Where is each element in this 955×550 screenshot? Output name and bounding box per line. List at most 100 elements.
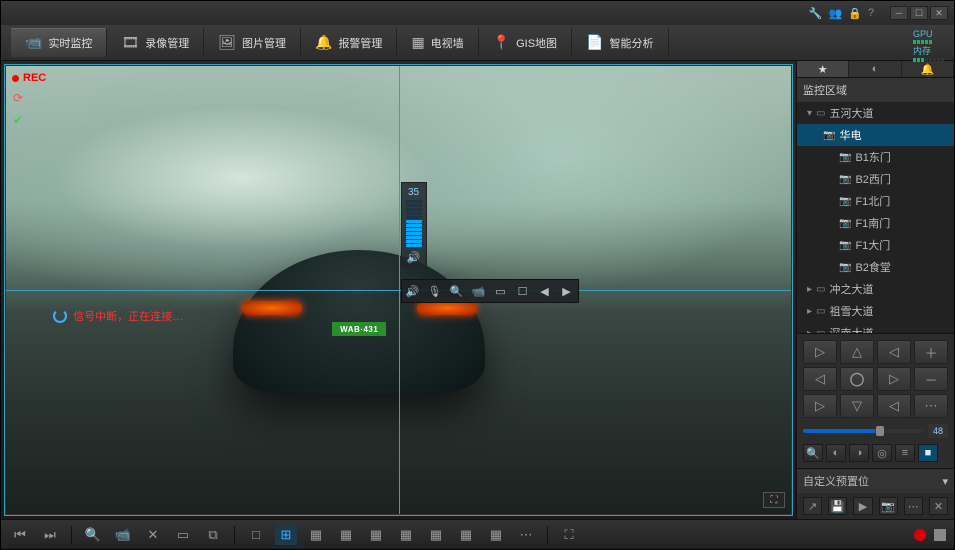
preset-save-icon[interactable]: 💾	[828, 497, 847, 515]
tab-alarm-list[interactable]: 🔔	[902, 61, 954, 77]
tree-label: F1北门	[855, 193, 890, 209]
ok-icon[interactable]: ✔	[10, 112, 26, 128]
layout-16[interactable]: ▦	[425, 525, 447, 545]
device-tree[interactable]: 监控区域 ▾▭五河大道 📷华电 📷B1东门 📷B2西门 📷F1北门 📷F1南门 …	[797, 78, 954, 333]
lock-icon[interactable]: 🔒	[848, 7, 862, 20]
minimize-button[interactable]: ─	[890, 6, 908, 20]
maximize-button[interactable]: ☐	[910, 6, 928, 20]
wrench-icon[interactable]: 🔧	[809, 7, 823, 20]
ptz-center[interactable]: ◯	[840, 367, 874, 391]
tree-node[interactable]: ▸▭深南大道	[797, 322, 954, 333]
window-icon[interactable]: ▭	[493, 283, 509, 299]
layout-8[interactable]: ▦	[335, 525, 357, 545]
tab-tvwall[interactable]: ▦ 电视墙	[397, 28, 478, 57]
tab-images[interactable]: 🖼 图片管理	[204, 28, 301, 57]
ptz-down[interactable]: ▽	[840, 394, 874, 418]
iris-icon[interactable]: ◑	[849, 444, 869, 462]
device-icon: ▭	[816, 284, 825, 295]
ptz-down-right[interactable]: ◁	[877, 394, 911, 418]
volume-widget[interactable]: 35 🔊	[401, 182, 427, 267]
layout-1[interactable]: □	[245, 525, 267, 545]
ptz-right[interactable]: ▷	[877, 367, 911, 391]
tree-node[interactable]: 📷华电	[797, 124, 954, 146]
ptz-speed-row: 48	[803, 424, 948, 438]
close-button[interactable]: ✕	[930, 6, 948, 20]
tree-node[interactable]: ▾▭五河大道	[797, 102, 954, 124]
zoom-in-icon[interactable]: 🔍	[803, 444, 823, 462]
ptz-zoom-out[interactable]: －	[914, 367, 948, 391]
gpu-label: GPU	[913, 29, 933, 39]
layout-20[interactable]: ▦	[455, 525, 477, 545]
ptz-up-right[interactable]: ◁	[877, 340, 911, 364]
fullscreen-icon[interactable]: ⛶	[558, 525, 580, 545]
record-icon[interactable]: 📹	[112, 525, 134, 545]
next-icon[interactable]: ▶	[559, 283, 575, 299]
preset-cam-icon[interactable]: 📷	[879, 497, 898, 515]
tree-node[interactable]: ▸▭祖雪大道	[797, 300, 954, 322]
multi-icon[interactable]: ⧉	[202, 525, 224, 545]
layout-9[interactable]: ▦	[365, 525, 387, 545]
preset-del-icon[interactable]: ✕	[929, 497, 948, 515]
speaker-icon[interactable]: 🔊	[407, 251, 421, 264]
light-icon[interactable]: ◎	[872, 444, 892, 462]
tab-favorites[interactable]: ★	[797, 61, 849, 77]
retry-icon[interactable]: ⟳	[10, 90, 26, 106]
preset-play-icon[interactable]: ▶	[853, 497, 872, 515]
zoom-icon[interactable]: 🔍	[449, 283, 465, 299]
expand-view-button[interactable]: ⛶	[763, 492, 785, 508]
device-icon: ▭	[816, 306, 825, 317]
volume-bars[interactable]	[406, 200, 422, 247]
layout-4[interactable]: ⊞	[275, 525, 297, 545]
ptz-up-left[interactable]: ▷	[803, 340, 837, 364]
snap-icon[interactable]: ▭	[172, 525, 194, 545]
ptz-down-left[interactable]: ▷	[803, 394, 837, 418]
tree-node[interactable]: 📷B1东门	[797, 146, 954, 168]
rec-label: REC	[23, 72, 46, 84]
help-icon[interactable]: ?	[868, 7, 874, 20]
focus-icon[interactable]: ◐	[826, 444, 846, 462]
prev-icon[interactable]: ◀	[537, 283, 553, 299]
chevron-down-icon: ▾	[942, 475, 948, 488]
close-all-icon[interactable]: ✕	[142, 525, 164, 545]
ptz-zoom-in[interactable]: ＋	[914, 340, 948, 364]
ptz-speed-slider[interactable]	[803, 429, 924, 433]
tab-live[interactable]: 📹 实时监控	[11, 28, 107, 57]
preset-header[interactable]: 自定义预置位 ▾	[797, 468, 954, 493]
mic-icon[interactable]: 🎙	[427, 283, 443, 299]
tab-alarm[interactable]: 🔔 报警管理	[301, 28, 397, 57]
tree-node[interactable]: 📷F1北门	[797, 190, 954, 212]
ptz-left[interactable]: ◁	[803, 367, 837, 391]
ptz-extra[interactable]: ⋯	[914, 394, 948, 418]
pin-icon: 📍	[493, 34, 510, 51]
zoom-icon[interactable]: 🔍	[82, 525, 104, 545]
layout-6[interactable]: ▦	[305, 525, 327, 545]
video-side-icons: ⟳ ✔	[10, 90, 26, 128]
layout-13[interactable]: ▦	[395, 525, 417, 545]
tree-node[interactable]: 📷F1南门	[797, 212, 954, 234]
tree-node[interactable]: 📷F1大门	[797, 234, 954, 256]
tab-playback[interactable]: 🎞 录像管理	[107, 28, 204, 57]
tab-cycle[interactable]: ◐	[849, 61, 901, 77]
speaker-icon[interactable]: 🔊	[405, 283, 421, 299]
tab-analytics[interactable]: 📄 智能分析	[572, 28, 668, 57]
grid-line-h	[6, 290, 791, 291]
snapshot-icon[interactable]: ☐	[515, 283, 531, 299]
prev-page-icon[interactable]: ⏮	[9, 525, 31, 545]
tree-node[interactable]: 📷B2西门	[797, 168, 954, 190]
layout-custom[interactable]: ⋯	[515, 525, 537, 545]
tree-node[interactable]: 📷B2食堂	[797, 256, 954, 278]
aux-icon[interactable]: ■	[918, 444, 938, 462]
record-button[interactable]	[914, 529, 926, 541]
video-grid[interactable]: WAB·431 REC ⟳ ✔ 信号中断，正在连接… 35	[5, 65, 792, 515]
wiper-icon[interactable]: ≡	[895, 444, 915, 462]
tree-node[interactable]: ▸▭冲之大道	[797, 278, 954, 300]
preset-goto-icon[interactable]: ↗	[803, 497, 822, 515]
users-icon[interactable]: 👥	[828, 7, 842, 20]
record-icon[interactable]: 📹	[471, 283, 487, 299]
preset-more-icon[interactable]: ⋯	[904, 497, 923, 515]
tab-gis[interactable]: 📍 GIS地图	[479, 28, 572, 57]
next-page-icon[interactable]: ⏭	[39, 525, 61, 545]
layout-25[interactable]: ▦	[485, 525, 507, 545]
ptz-up[interactable]: △	[840, 340, 874, 364]
stop-button[interactable]	[934, 529, 946, 541]
